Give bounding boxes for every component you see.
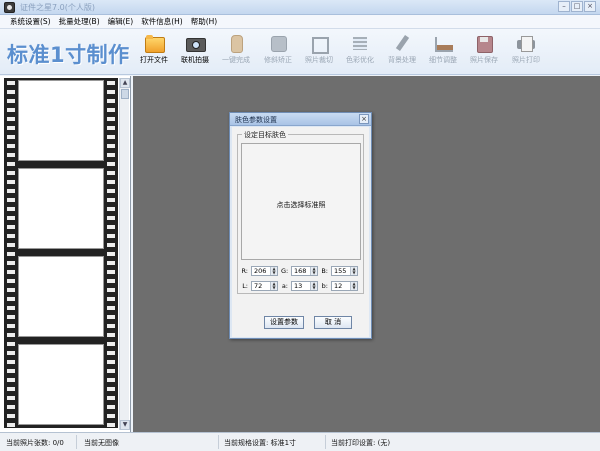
brush-icon xyxy=(392,34,412,52)
g-label: G: xyxy=(281,267,289,275)
menu-edit[interactable]: 编辑(E) xyxy=(104,16,138,27)
a-value: 13 xyxy=(294,282,303,290)
target-skin-group: 设定目标肤色 点击选择标准照 R: 206 ▲ ▼ G: 168 ▲ ▼ B: 155 ▲… xyxy=(237,130,364,294)
b-lab-spinbox[interactable]: 12 ▲ ▼ xyxy=(331,281,358,291)
tilt-correct-button[interactable]: 修斜矫正 xyxy=(256,34,300,65)
title-bar: 证件之星7.0(个人版) – □ × xyxy=(0,0,600,15)
brand-title: 标准1寸制作 xyxy=(7,43,130,67)
status-photo-count: 当前照片张数: 0/0 xyxy=(6,439,64,447)
scroll-thumb[interactable] xyxy=(121,89,129,99)
menu-software-info[interactable]: 软件信息(H) xyxy=(137,16,187,27)
disk-icon xyxy=(474,34,494,53)
status-spec: 当前规格设置: 标准1寸 xyxy=(224,439,297,447)
folder-icon xyxy=(144,34,165,53)
window-title: 证件之星7.0(个人版) xyxy=(20,3,95,12)
thumbnail-slot[interactable] xyxy=(18,256,104,337)
thumbnail-panel: ▲ ▼ xyxy=(0,76,131,432)
background-process-button[interactable]: 背景处理 xyxy=(380,34,424,65)
close-button[interactable]: × xyxy=(584,1,596,12)
chart-icon xyxy=(433,34,453,52)
crop-icon xyxy=(309,34,329,54)
a-label: a: xyxy=(281,282,288,290)
b-lab-value: 12 xyxy=(334,282,343,290)
color-bars-icon xyxy=(350,34,370,52)
menu-bar: 系统设置(S) 批量处理(B) 编辑(E) 软件信息(H) 帮助(H) xyxy=(0,15,600,29)
b-spinbox[interactable]: 155 ▲ ▼ xyxy=(331,266,358,276)
spin-arrows-icon[interactable]: ▲ ▼ xyxy=(310,267,317,275)
status-divider xyxy=(218,435,219,449)
photo-print-button[interactable]: 照片打印 xyxy=(504,34,548,65)
one-click-button[interactable]: 一键完成 xyxy=(214,34,258,65)
menu-system-settings[interactable]: 系统设置(S) xyxy=(6,16,55,27)
thumbnail-slot[interactable] xyxy=(18,168,104,249)
group-title: 设定目标肤色 xyxy=(242,130,288,140)
b-value: 155 xyxy=(334,267,347,275)
r-value: 206 xyxy=(254,267,267,275)
skin-color-dialog: 肤色参数设置 × 设定目标肤色 点击选择标准照 R: 206 ▲ ▼ G: 168 ▲… xyxy=(229,112,372,339)
set-parameters-button[interactable]: 设置参数 xyxy=(264,316,304,329)
l-label: L: xyxy=(242,282,248,290)
minimize-button[interactable]: – xyxy=(558,1,570,12)
status-divider xyxy=(76,435,77,449)
dialog-close-button[interactable]: × xyxy=(359,114,369,124)
l-value: 72 xyxy=(254,282,263,290)
thumbnail-slot[interactable] xyxy=(18,80,104,161)
status-divider xyxy=(325,435,326,449)
toolbar: 标准1寸制作 打开文件 联机拍摄 一键完成 修斜矫正 照片裁切 色彩优化 背景处… xyxy=(0,29,600,75)
r-spinbox[interactable]: 206 ▲ ▼ xyxy=(251,266,278,276)
scroll-up-icon[interactable]: ▲ xyxy=(120,78,130,88)
g-spinbox[interactable]: 168 ▲ ▼ xyxy=(291,266,318,276)
camera-capture-button[interactable]: 联机拍摄 xyxy=(173,34,217,65)
hand-icon xyxy=(226,34,246,53)
cancel-button[interactable]: 取 消 xyxy=(314,316,352,329)
b-lab-label: b: xyxy=(321,282,328,290)
status-print: 当前打印设置: (无) xyxy=(331,439,391,447)
rotate-icon xyxy=(268,34,288,52)
spin-arrows-icon[interactable]: ▲ ▼ xyxy=(270,267,277,275)
g-value: 168 xyxy=(294,267,307,275)
spin-arrows-icon[interactable]: ▲ ▼ xyxy=(270,282,277,290)
a-spinbox[interactable]: 13 ▲ ▼ xyxy=(291,281,318,291)
b-label: B: xyxy=(321,267,328,275)
status-current-image: 当前无图像 xyxy=(84,439,119,447)
spin-arrows-icon[interactable]: ▲ ▼ xyxy=(310,282,317,290)
preview-hint: 点击选择标准照 xyxy=(276,201,326,209)
photo-save-button[interactable]: 照片保存 xyxy=(462,34,506,65)
maximize-button[interactable]: □ xyxy=(571,1,583,12)
l-spinbox[interactable]: 72 ▲ ▼ xyxy=(251,281,278,291)
spin-arrows-icon[interactable]: ▲ ▼ xyxy=(350,267,357,275)
dialog-body: 设定目标肤色 点击选择标准照 R: 206 ▲ ▼ G: 168 ▲ ▼ B: 155 ▲… xyxy=(232,127,369,337)
detail-adjust-button[interactable]: 细节调整 xyxy=(421,34,465,65)
photo-crop-button[interactable]: 照片裁切 xyxy=(297,34,341,65)
standard-photo-preview[interactable]: 点击选择标准照 xyxy=(241,143,361,260)
open-file-button[interactable]: 打开文件 xyxy=(132,34,176,65)
printer-icon xyxy=(516,34,536,52)
thumbnail-slot[interactable] xyxy=(18,344,104,425)
thumbnail-scrollbar[interactable]: ▲ ▼ xyxy=(119,78,130,430)
menu-help[interactable]: 帮助(H) xyxy=(187,16,222,27)
film-perforation-right xyxy=(107,78,115,428)
app-icon xyxy=(4,2,15,13)
film-perforation-left xyxy=(7,78,15,428)
menu-batch[interactable]: 批量处理(B) xyxy=(55,16,104,27)
r-label: R: xyxy=(241,267,248,275)
status-bar: 当前照片张数: 0/0 当前无图像 当前规格设置: 标准1寸 当前打印设置: (… xyxy=(0,432,600,451)
camera-icon xyxy=(185,34,206,52)
scroll-down-icon[interactable]: ▼ xyxy=(120,420,130,430)
spin-arrows-icon[interactable]: ▲ ▼ xyxy=(350,282,357,290)
color-optimize-button[interactable]: 色彩优化 xyxy=(338,34,382,65)
dialog-title-bar[interactable]: 肤色参数设置 × xyxy=(230,113,371,126)
dialog-title: 肤色参数设置 xyxy=(235,116,277,124)
film-strip xyxy=(4,78,118,428)
